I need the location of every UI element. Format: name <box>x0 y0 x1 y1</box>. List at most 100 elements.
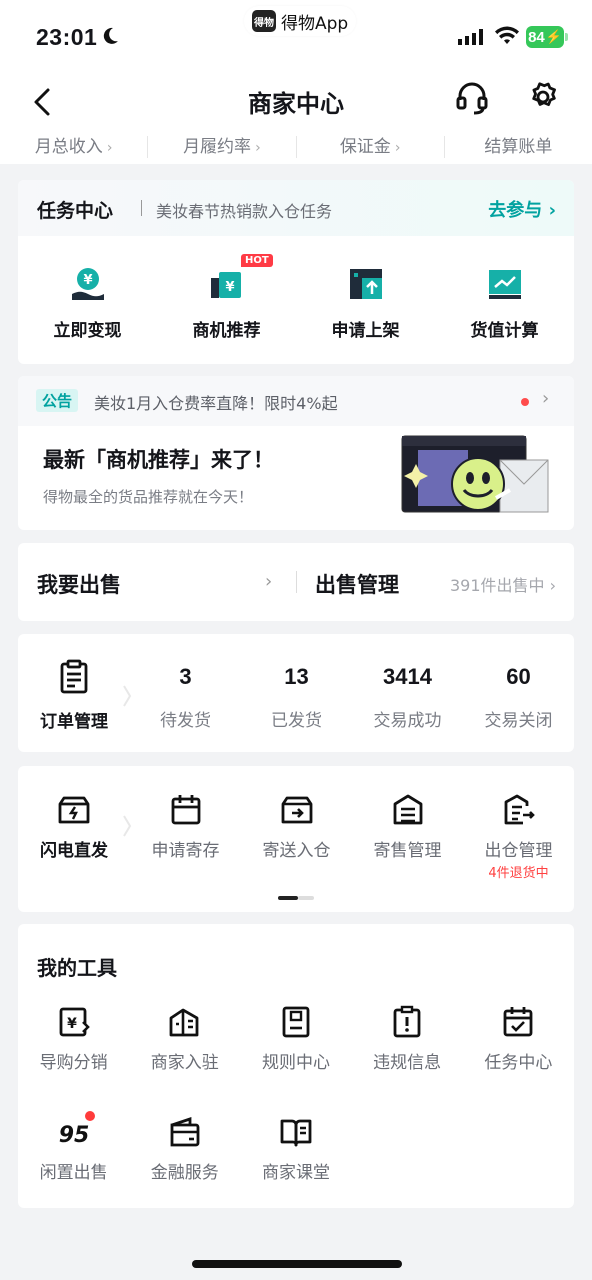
announcement-text: 美妆1月入仓费率直降！限时4%起 <box>94 394 338 413</box>
customer-service-icon[interactable] <box>455 80 489 116</box>
banner-title: 最新「商机推荐」来了！ <box>43 448 274 472</box>
on-sale-count-text: 391件出售中 <box>449 576 545 595</box>
tool-label: 导购分销 <box>39 1053 108 1073</box>
flash-delivery-items: 申请寄存 寄送入仓 寄售管理 出仓管理 4件退货中 <box>130 766 574 886</box>
wallet-icon <box>170 1117 200 1147</box>
app-name: 得物App <box>281 13 349 34</box>
task-join-link[interactable]: 去参与 › <box>488 196 556 222</box>
summary-label: 结算账单 <box>484 137 553 157</box>
tool-idle-sale[interactable]: 95 闲置出售 <box>18 1106 129 1216</box>
chevron-right-icon: › <box>255 140 261 156</box>
stat-value: 3 <box>179 664 192 689</box>
stat-shipped[interactable]: 13 已发货 <box>241 634 352 752</box>
quick-action-opportunity[interactable]: ¥ HOT 商机推荐 <box>157 236 296 364</box>
app-logo: 得物 <box>252 10 276 32</box>
calendar-check-icon <box>503 1007 533 1037</box>
stat-value: 3414 <box>383 664 432 689</box>
flash-delivery-entry[interactable]: 闪电直发 <box>18 766 130 886</box>
flash-item-label: 寄售管理 <box>373 841 442 861</box>
order-management-label: 订单管理 <box>40 712 108 732</box>
tool-rules-center[interactable]: 规则中心 <box>240 996 351 1106</box>
calendar-icon <box>171 795 200 825</box>
stat-completed[interactable]: 3414 交易成功 <box>352 634 463 752</box>
alert-clipboard-icon <box>393 1005 421 1038</box>
order-stats: 3 待发货 13 已发货 3414 交易成功 60 交易关闭 <box>130 634 574 752</box>
summary-fulfillment-rate[interactable]: 月履约率 › <box>148 132 295 164</box>
order-management-entry[interactable]: 订单管理 <box>18 634 130 752</box>
yuan-hand-icon: ¥ <box>71 268 104 300</box>
tool-affiliate-distribution[interactable]: ¥ 导购分销 <box>18 996 129 1106</box>
95-logo-text: 95 <box>58 1123 89 1148</box>
tool-merchant-onboarding[interactable]: 商家入驻 <box>129 996 240 1106</box>
quick-action-label: 货值计算 <box>470 321 539 341</box>
chevron-right-icon: › <box>265 571 273 592</box>
flash-delivery-card: 闪电直发 申请寄存 寄送入仓 寄售管理 出仓管理 4件退货中 <box>18 766 574 912</box>
tool-violation-info[interactable]: 违规信息 <box>352 996 463 1106</box>
battery-indicator: 84 ⚡ <box>526 26 564 48</box>
sale-management-link[interactable]: 出售管理 <box>315 569 399 599</box>
clipboard-icon <box>60 659 88 694</box>
flash-send-to-warehouse[interactable]: 寄送入仓 <box>241 766 352 886</box>
svg-text:¥: ¥ <box>67 1016 77 1032</box>
status-bar: 23:01 得物 得物App 84 ⚡ <box>0 0 592 72</box>
yuan-chart-icon: ¥ <box>210 272 241 298</box>
my-tools-card: 我的工具 ¥ 导购分销 商家入驻 规则中心 违规信息 任务中心 95 闲置出售 … <box>18 924 574 1208</box>
task-center-header[interactable]: 任务中心 美妆春节热销款入仓任务 去参与 › <box>18 180 574 236</box>
battery-level: 84 <box>528 28 545 46</box>
flash-consignment-management[interactable]: 寄售管理 <box>352 766 463 886</box>
tool-merchant-classroom[interactable]: 商家课堂 <box>240 1106 351 1216</box>
flash-apply-storage[interactable]: 申请寄存 <box>130 766 241 886</box>
outbound-doc-icon <box>504 794 535 825</box>
summary-label: 月总收入 <box>34 137 103 157</box>
task-quick-actions: ¥ 立即变现 ¥ HOT 商机推荐 申请上架 货值计算 <box>18 236 574 364</box>
summary-label: 月履约率 <box>183 137 252 157</box>
on-sale-count[interactable]: 391件出售中 › <box>450 572 556 596</box>
quick-action-label: 申请上架 <box>331 321 400 341</box>
stat-closed[interactable]: 60 交易关闭 <box>463 634 574 752</box>
settings-gear-icon[interactable] <box>526 80 560 114</box>
hot-badge: HOT <box>241 254 273 267</box>
stat-value: 13 <box>284 664 309 689</box>
summary-row: 月总收入 › 月履约率 › 保证金 › 结算账单 <box>0 132 592 164</box>
announcement-bar[interactable]: 公告 美妆1月入仓费率直降！限时4%起 › <box>18 376 574 426</box>
divider <box>296 571 297 593</box>
navbar: 商家中心 <box>0 72 592 132</box>
task-center-card: 任务中心 美妆春节热销款入仓任务 去参与 › ¥ 立即变现 ¥ HOT 商机推荐 <box>18 180 574 364</box>
my-tools-title: 我的工具 <box>37 956 117 980</box>
stat-label: 已发货 <box>271 711 322 731</box>
summary-label: 保证金 <box>339 137 391 157</box>
i-want-to-sell-link[interactable]: 我要出售 <box>37 569 121 599</box>
shelf-up-icon <box>349 269 382 299</box>
chevron-right-icon: › <box>542 388 550 409</box>
stat-label: 交易成功 <box>373 711 442 731</box>
page-indicator <box>278 896 314 900</box>
app-indicator[interactable]: 得物 得物App <box>244 6 357 36</box>
rulebook-icon <box>282 1006 310 1038</box>
flash-outbound-management[interactable]: 出仓管理 4件退货中 <box>463 766 574 886</box>
quick-action-apply-listing[interactable]: 申请上架 <box>296 236 435 364</box>
quick-action-cash-out[interactable]: ¥ 立即变现 <box>18 236 157 364</box>
flash-item-label: 申请寄存 <box>151 841 220 861</box>
tool-label: 规则中心 <box>261 1053 330 1073</box>
svg-text:¥: ¥ <box>225 280 234 295</box>
summary-monthly-income[interactable]: 月总收入 › <box>0 132 147 164</box>
page-dot-active <box>278 896 298 900</box>
chevron-right-icon: › <box>394 140 401 156</box>
summary-settlement-bill[interactable]: 结算账单 <box>445 132 592 164</box>
stat-value: 60 <box>506 664 531 689</box>
flash-item-label: 寄送入仓 <box>262 841 331 861</box>
tool-task-center[interactable]: 任务中心 <box>463 996 574 1106</box>
summary-deposit[interactable]: 保证金 › <box>297 132 444 164</box>
chevron-right-icon: › <box>106 140 113 156</box>
quick-action-value-calc[interactable]: 货值计算 <box>435 236 574 364</box>
stat-pending-shipment[interactable]: 3 待发货 <box>130 634 241 752</box>
home-indicator[interactable] <box>192 1260 402 1268</box>
flash-delivery-label: 闪电直发 <box>40 841 108 861</box>
return-count-badge: 4件退货中 <box>488 866 549 881</box>
tool-label: 商家入驻 <box>150 1053 219 1073</box>
building-icon <box>169 1008 199 1037</box>
lightning-box-icon <box>58 796 90 824</box>
page-title: 商家中心 <box>248 90 344 118</box>
tool-financial-services[interactable]: 金融服务 <box>129 1106 240 1216</box>
task-center-subtitle: 美妆春节热销款入仓任务 <box>156 202 333 221</box>
